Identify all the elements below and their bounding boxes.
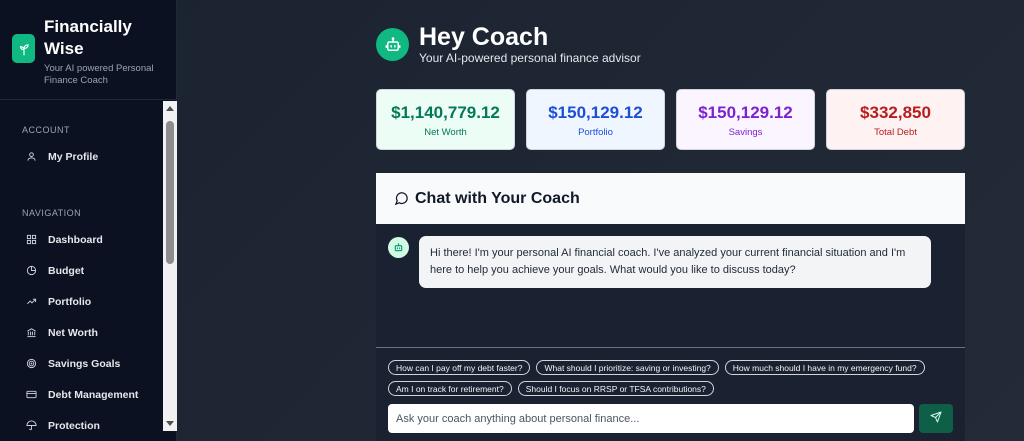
sprout-icon xyxy=(12,34,35,63)
page-title: Hey Coach xyxy=(419,23,549,51)
chat-panel: Chat with Your Coach Hi there! I'm your … xyxy=(376,173,965,441)
user-icon xyxy=(25,151,37,163)
send-button[interactable] xyxy=(919,404,953,433)
stat-value: $150,129.12 xyxy=(548,102,643,122)
credit-card-icon xyxy=(25,389,37,401)
stat-value: $150,129.12 xyxy=(698,102,793,122)
suggestion-chip[interactable]: How can I pay off my debt faster? xyxy=(388,360,531,375)
total-debt-card: $332,850 Total Debt xyxy=(826,89,965,150)
chat-messages: Hi there! I'm your personal AI financial… xyxy=(376,224,965,348)
brand-title: Financially Wise xyxy=(44,17,132,58)
sidebar-item-dashboard[interactable]: Dashboard xyxy=(0,224,163,255)
page-subtitle: Your AI-powered personal finance advisor xyxy=(419,51,641,65)
sidebar-item-portfolio[interactable]: Portfolio xyxy=(0,286,163,317)
sidebar-item-label: Dashboard xyxy=(48,233,103,246)
sidebar-item-label: Savings Goals xyxy=(48,357,121,370)
scroll-up-arrow-icon[interactable] xyxy=(163,101,177,115)
chat-input[interactable] xyxy=(388,404,914,433)
savings-card: $150,129.12 Savings xyxy=(676,89,815,150)
pie-chart-icon xyxy=(25,265,37,277)
net-worth-card: $1,140,779.12 Net Worth xyxy=(376,89,515,150)
chat-title: Chat with Your Coach xyxy=(415,189,580,207)
sidebar-item-label: Portfolio xyxy=(48,295,92,308)
scroll-down-arrow-icon[interactable] xyxy=(163,417,177,431)
suggestion-chip[interactable]: Am I on track for retirement? xyxy=(388,381,512,396)
sidebar-item-protection[interactable]: Protection xyxy=(0,410,163,431)
grid-icon xyxy=(25,234,37,246)
page-header: Hey Coach Your AI-powered personal finan… xyxy=(376,24,641,65)
chat-header: Chat with Your Coach xyxy=(376,173,965,224)
send-icon xyxy=(930,410,942,428)
stat-label: Total Debt xyxy=(874,126,917,138)
suggestion-chips: How can I pay off my debt faster? What s… xyxy=(388,360,958,402)
navigation-section-label: NAVIGATION xyxy=(22,208,82,218)
suggestion-chip[interactable]: Should I focus on RRSP or TFSA contribut… xyxy=(517,381,714,396)
account-section-label: ACCOUNT xyxy=(22,125,70,135)
brand: Financially Wise Your AI powered Persona… xyxy=(0,0,176,100)
sidebar-item-net-worth[interactable]: Net Worth xyxy=(0,317,163,348)
bank-icon xyxy=(25,327,37,339)
sidebar-item-my-profile[interactable]: My Profile xyxy=(0,141,163,172)
bot-avatar-icon xyxy=(388,237,409,258)
sidebar-item-label: Budget xyxy=(48,264,85,277)
sidebar-scrollbar[interactable] xyxy=(163,101,177,431)
umbrella-icon xyxy=(25,420,37,432)
sidebar-item-savings-goals[interactable]: Savings Goals xyxy=(0,348,163,379)
stat-value: $332,850 xyxy=(860,102,931,122)
sidebar-item-label: Protection xyxy=(48,419,100,432)
sidebar-item-label: Debt Management xyxy=(48,388,139,401)
message-circle-icon xyxy=(394,191,409,206)
divider xyxy=(376,347,965,348)
sidebar-item-label: Net Worth xyxy=(48,326,98,339)
sidebar-item-label: My Profile xyxy=(48,150,99,163)
stat-label: Net Worth xyxy=(424,126,467,138)
coach-message: Hi there! I'm your personal AI financial… xyxy=(419,236,931,288)
portfolio-card: $150,129.12 Portfolio xyxy=(526,89,665,150)
sidebar-nav: ACCOUNT My Profile NAVIGATION Dashboard … xyxy=(0,101,163,431)
stat-label: Portfolio xyxy=(578,126,613,138)
sidebar-item-debt-management[interactable]: Debt Management xyxy=(0,379,163,410)
sidebar: Financially Wise Your AI powered Persona… xyxy=(0,0,177,441)
target-icon xyxy=(25,358,37,370)
trending-up-icon xyxy=(25,296,37,308)
scrollbar-thumb[interactable] xyxy=(166,121,174,264)
stat-label: Savings xyxy=(728,126,763,138)
brand-subtitle: Your AI powered Personal Finance Coach xyxy=(44,63,154,86)
suggestion-chip[interactable]: How much should I have in my emergency f… xyxy=(724,360,925,375)
sidebar-item-budget[interactable]: Budget xyxy=(0,255,163,286)
stat-value: $1,140,779.12 xyxy=(391,102,500,122)
suggestion-chip[interactable]: What should I prioritize: saving or inve… xyxy=(536,360,719,375)
bot-icon xyxy=(376,28,409,61)
chat-input-row xyxy=(388,404,953,433)
